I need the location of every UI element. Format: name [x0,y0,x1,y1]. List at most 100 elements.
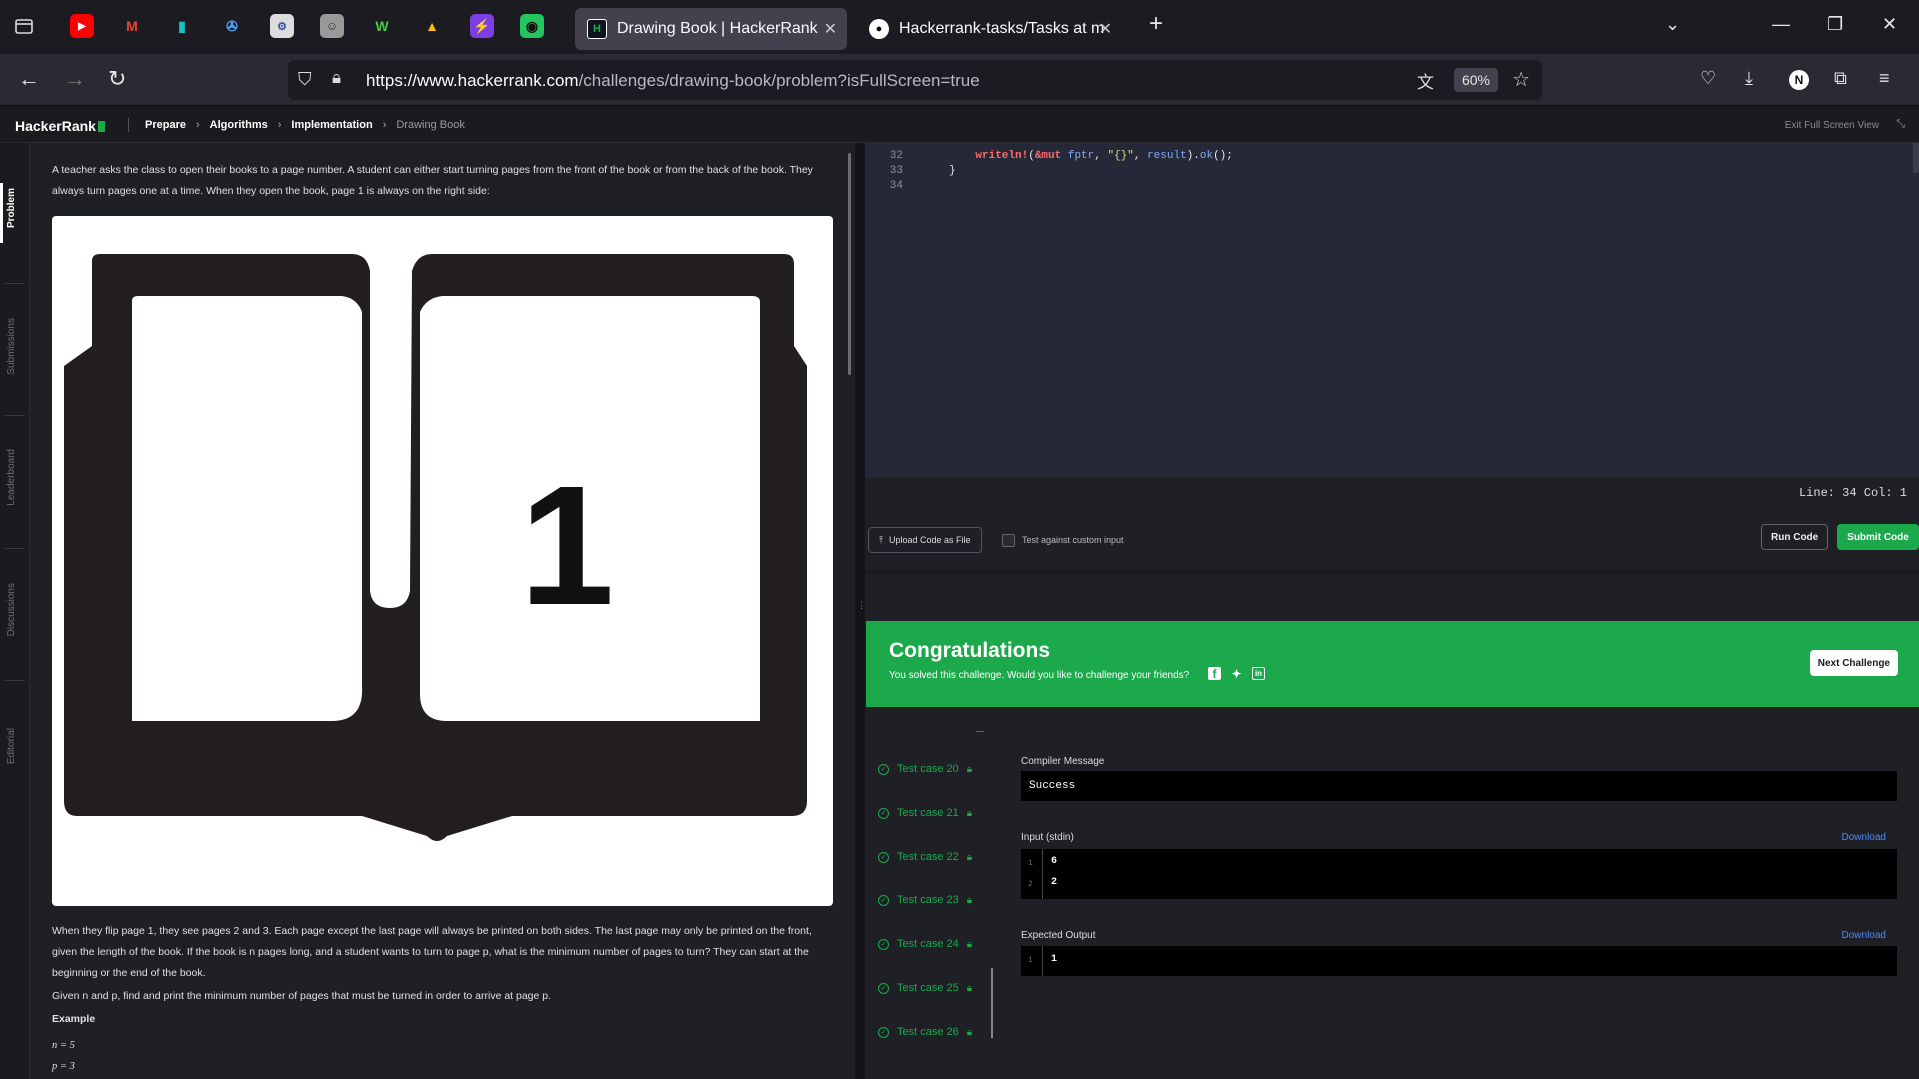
university-icon[interactable]: ⚙ [270,14,294,38]
tab-drawing-book[interactable]: H Drawing Book | HackerRank ✕ [575,8,847,50]
drag-handle-icon[interactable]: ⋮ [857,600,866,620]
gmail-icon[interactable]: M [120,14,144,38]
test-case-label: Test case 20 [897,763,959,775]
side-tab-editorial[interactable]: Editorial [6,728,17,764]
code-line: 33 } [865,165,1865,179]
hackerrank-logo[interactable]: HackerRank [15,118,105,134]
zoom-level[interactable]: 60% [1453,68,1498,92]
close-tab-icon[interactable]: ✕ [824,19,837,39]
test-case-scrollbar[interactable] [991,968,993,1038]
steam-icon[interactable]: ✇ [220,14,244,38]
hackerrank-favicon-icon: H [587,19,607,39]
test-case-26[interactable]: ✓ Test case 26 🔒︎ [878,1022,972,1042]
test-case-20[interactable]: ✓ Test case 20 🔒︎ [878,759,972,779]
side-tab-discussions[interactable]: Discussions [6,583,17,636]
upload-code-button[interactable]: ⤒ Upload Code as File [868,527,982,553]
submit-code-button[interactable]: Submit Code [1837,524,1919,550]
pinned-site-icon[interactable]: ▮ [170,14,194,38]
tab-scroll-marker [976,731,984,732]
test-case-23[interactable]: ✓ Test case 23 🔒︎ [878,890,972,910]
contacts-icon[interactable]: ☺ [320,14,344,38]
reload-icon[interactable]: ↻ [108,66,126,92]
input-download-link[interactable]: Download [1842,832,1886,843]
camera-icon[interactable]: ◉ [520,14,544,38]
test-case-label: Test case 24 [897,938,959,950]
extensions-icon[interactable]: ⧉ [1834,68,1847,89]
expected-output-label: Expected Output [1021,930,1096,941]
congrats-title: Congratulations [889,639,1050,662]
bookmark-star-icon[interactable]: ☆ [1512,67,1530,92]
pocket-icon[interactable]: ♡ [1700,68,1716,89]
breadcrumb-algorithms[interactable]: Algorithms [210,119,268,131]
next-challenge-button[interactable]: Next Challenge [1809,650,1898,676]
input-box: 1 2 6 2 [1021,849,1897,899]
tab-title: Hackerrank-tasks/Tasks at main [899,20,1104,37]
menu-icon[interactable]: ≡ [1879,68,1890,89]
breadcrumb-prepare[interactable]: Prepare [145,119,186,131]
problem-intro: A teacher asks the class to open their b… [52,164,813,197]
minimize-icon[interactable]: — [1772,14,1790,35]
upload-label: Upload Code as File [888,535,971,545]
test-case-22[interactable]: ✓ Test case 22 🔒︎ [878,847,972,867]
restore-icon[interactable]: ❐ [1827,14,1843,35]
line-number: 34 [889,180,903,192]
line-number: 33 [889,165,903,177]
chevron-right-icon: › [382,119,387,131]
lock-icon: 🔒︎ [966,807,973,819]
translate-icon[interactable]: 文 [1417,68,1434,93]
forward-icon[interactable]: → [64,66,86,92]
lock-icon: 🔒︎ [966,938,973,950]
breadcrumb: Prepare › Algorithms › Implementation › Dra… [145,119,465,131]
w-site-icon[interactable]: W [370,14,394,38]
input-label: Input (stdin) [1021,832,1074,843]
list-all-tabs-icon[interactable]: ⌄ [1665,14,1680,35]
problem-scrollbar[interactable] [848,153,851,375]
profile-avatar[interactable]: N [1789,70,1809,90]
side-tab-leaderboard[interactable]: Leaderboard [6,449,17,506]
test-case-21[interactable]: ✓ Test case 21 🔒︎ [878,803,972,823]
close-window-icon[interactable]: ✕ [1882,14,1897,35]
problem-panel: A teacher asks the class to open their b… [30,143,855,1079]
custom-input-checkbox[interactable] [1002,534,1015,547]
url-bar[interactable]: ⛉ 🔒︎ https://www.hackerrank.com/challeng… [288,60,1542,100]
tab-github[interactable]: ● Hackerrank-tasks/Tasks at main ✕ [857,8,1122,50]
back-icon[interactable]: ← [18,66,40,92]
youtube-icon[interactable]: ▶ [70,14,94,38]
close-tab-icon[interactable]: ✕ [1099,19,1112,39]
twitter-icon[interactable]: ✦ [1230,667,1243,681]
tab-list-icon[interactable] [12,14,36,38]
compiler-message-label: Compiler Message [1021,756,1105,767]
shield-icon[interactable]: ⛉ [298,69,312,90]
url-text[interactable]: https://www.hackerrank.com/challenges/dr… [366,71,980,91]
side-tab-problem[interactable]: Problem [6,188,17,228]
downloads-icon[interactable]: ⤓ [1745,68,1753,89]
line-number: 32 [889,150,903,162]
github-favicon-icon: ● [869,19,889,39]
check-icon: ✓ [878,982,889,994]
test-case-25[interactable]: ✓ Test case 25 🔒︎ [878,978,972,998]
expected-download-link[interactable]: Download [1842,930,1886,941]
lock-icon: 🔒︎ [966,982,973,994]
exit-fullscreen-link[interactable]: Exit Full Screen View [1785,120,1879,131]
bolt-icon[interactable]: ⚡ [470,14,494,38]
lock-icon: 🔒︎ [966,763,973,775]
check-icon: ✓ [878,894,889,906]
problem-paragraph-2: Given n and p, find and print the minimu… [52,990,552,1002]
editor-scrollbar[interactable] [1913,143,1919,173]
google-drive-icon[interactable]: ▲ [420,14,444,38]
linkedin-icon[interactable]: in [1252,667,1265,680]
run-code-button[interactable]: Run Code [1761,524,1829,550]
code-editor[interactable]: 32 writeln!(&mut fptr, "{}", result).ok(… [865,143,1919,478]
collapse-icon[interactable]: ⤡ [1896,118,1905,131]
facebook-icon[interactable]: f [1208,667,1221,681]
test-case-label: Test case 22 [897,851,959,863]
test-case-label: Test case 25 [897,982,959,994]
side-tab-submissions[interactable]: Submissions [6,318,17,375]
lock-icon[interactable]: 🔒︎ [332,68,341,88]
logo-text: HackerRank [15,118,96,134]
new-tab-icon[interactable]: + [1149,10,1163,38]
url-path: /challenges/drawing-book/problem?isFullS… [578,71,980,90]
test-case-24[interactable]: ✓ Test case 24 🔒︎ [878,934,972,954]
breadcrumb-implementation[interactable]: Implementation [291,119,372,131]
test-case-label: Test case 26 [897,1026,959,1038]
